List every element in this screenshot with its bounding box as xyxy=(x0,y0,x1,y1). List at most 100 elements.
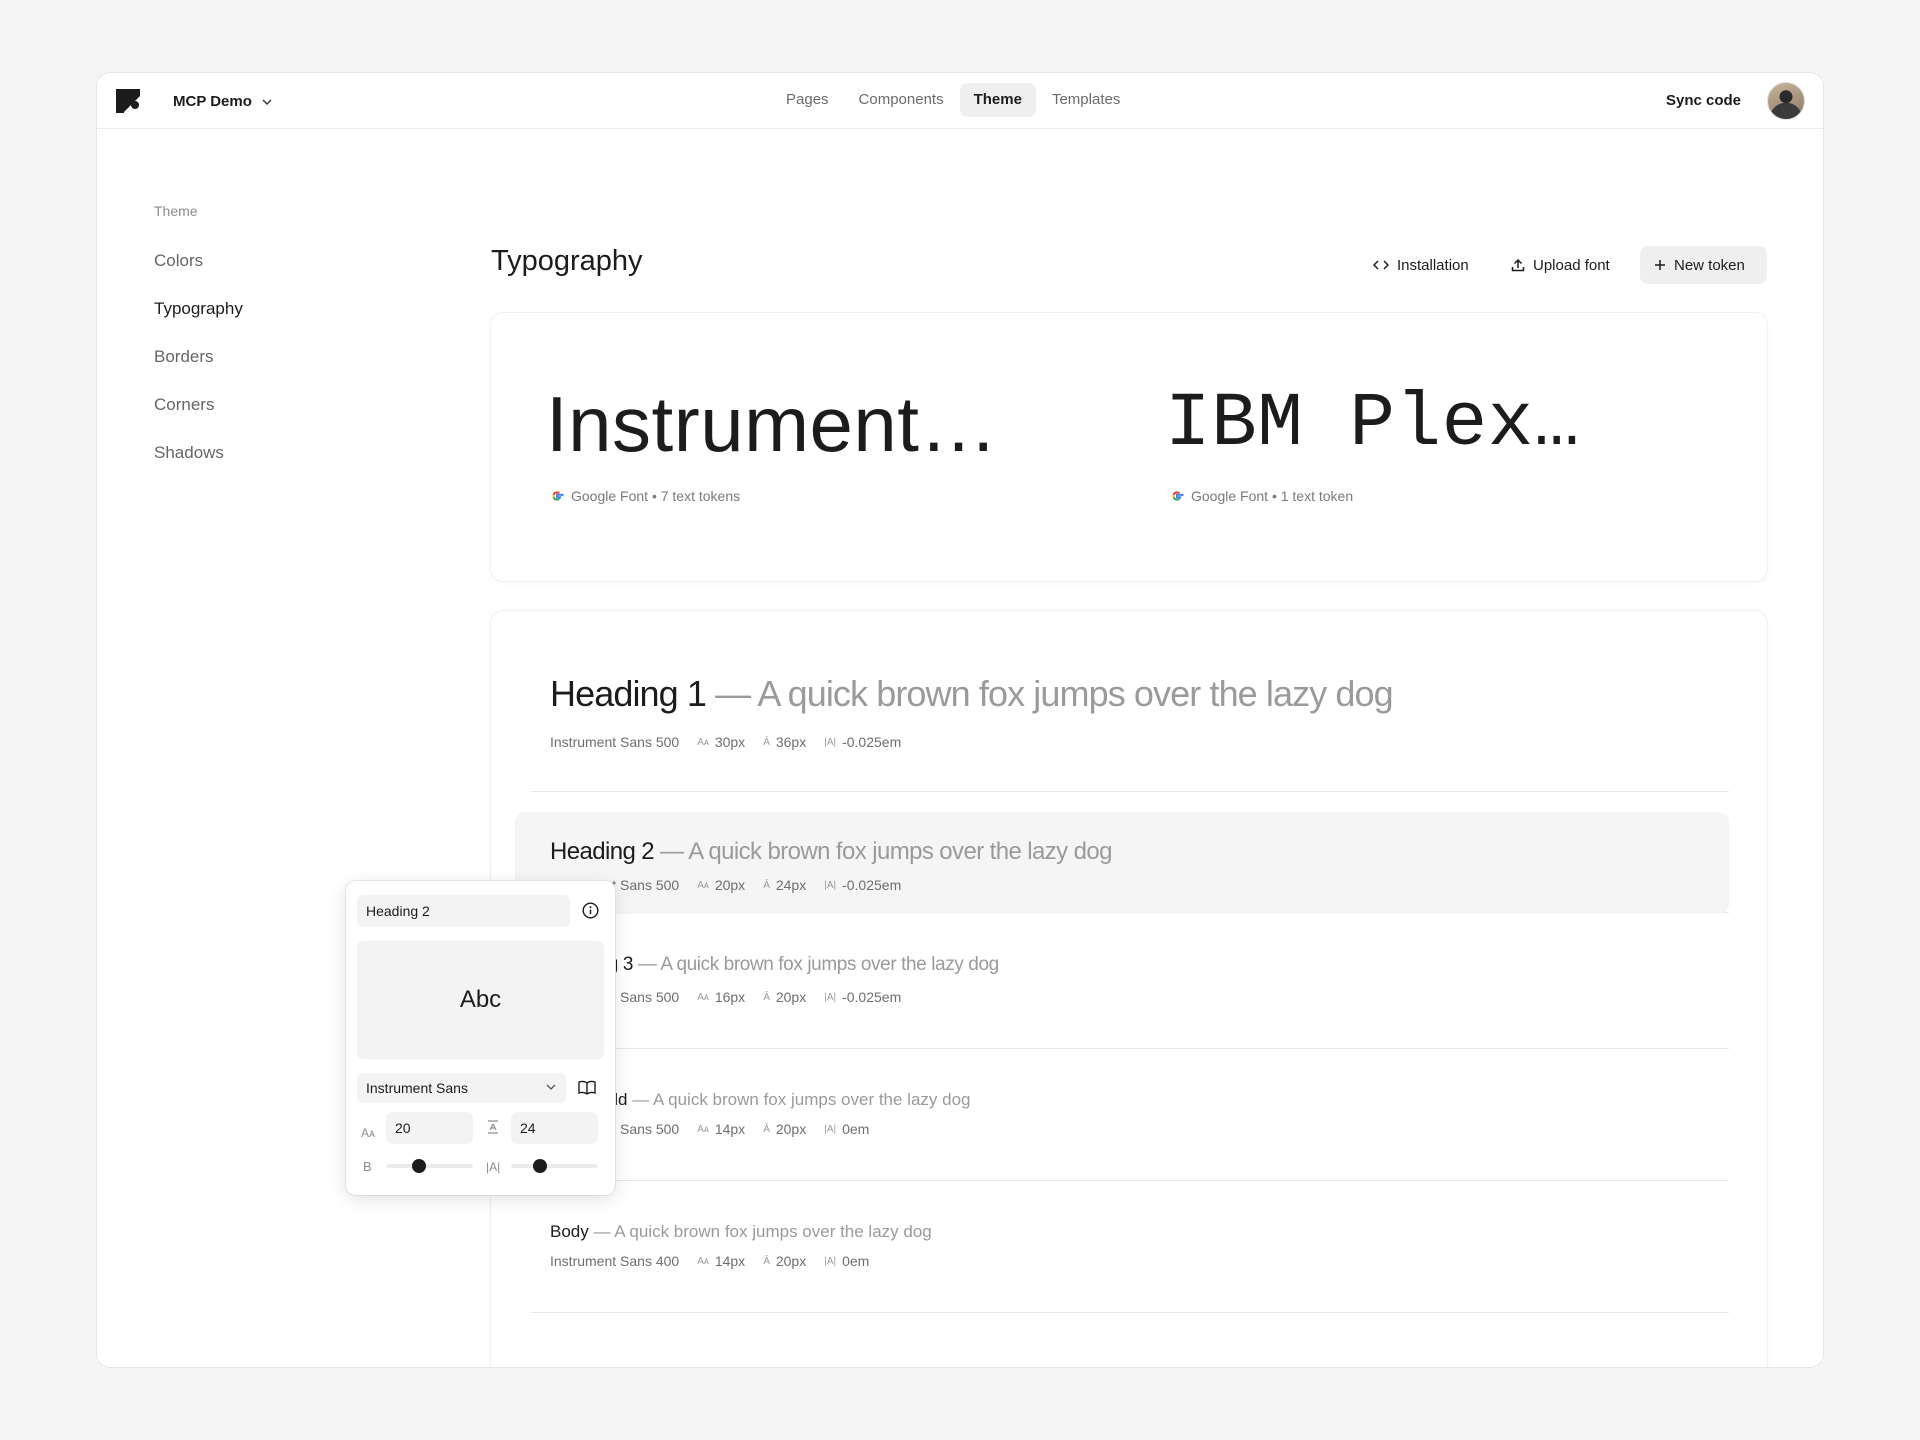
token-title: Heading 2 — A quick brown fox jumps over… xyxy=(550,838,1112,866)
letter-spacing-slider[interactable] xyxy=(511,1159,598,1173)
token-name-input[interactable]: Heading 2 xyxy=(357,895,570,927)
token-size: 16px xyxy=(714,989,746,1005)
token-line-height: 20px xyxy=(775,1253,807,1269)
google-icon xyxy=(552,491,564,501)
token-title: Heading 3 — A quick brown fox jumps over… xyxy=(550,954,999,976)
new-token-button[interactable]: New token xyxy=(1640,246,1767,284)
token-tracking: 0em xyxy=(842,1121,870,1137)
token-row-heading-2[interactable]: Heading 2 — A quick brown fox jumps over… xyxy=(515,792,1729,914)
font-weight-slider[interactable] xyxy=(386,1159,473,1173)
sidebar-section-title: Theme xyxy=(154,203,198,219)
font-meta-instrument: Google Font • 7 text tokens xyxy=(550,488,740,504)
line-height-icon: Ā xyxy=(763,1123,770,1135)
token-title: Body — A quick brown fox jumps over the … xyxy=(550,1222,932,1242)
sidebar-item-corners[interactable]: Corners xyxy=(154,395,214,415)
google-icon xyxy=(1172,491,1184,501)
upload-icon xyxy=(1511,258,1525,272)
font-family-select[interactable]: Instrument Sans xyxy=(357,1073,566,1103)
line-height-icon xyxy=(488,1120,498,1134)
top-bar: MCP Demo Pages Components Theme Template… xyxy=(97,73,1823,129)
token-row-body-bold[interactable]: Body Bold — A quick brown fox jumps over… xyxy=(531,1049,1729,1181)
token-line-height: 20px xyxy=(775,989,807,1005)
font-meta-text: Google Font • 7 text tokens xyxy=(571,488,741,504)
tab-components[interactable]: Components xyxy=(845,83,958,117)
code-icon xyxy=(1373,260,1389,270)
tab-pages[interactable]: Pages xyxy=(772,83,843,117)
token-font: Instrument Sans 400 xyxy=(550,1253,680,1269)
letter-spacing-icon: |A| xyxy=(824,879,837,891)
sidebar-item-typography[interactable]: Typography xyxy=(154,299,243,319)
text-tokens-card: Heading 1 — A quick brown fox jumps over… xyxy=(491,611,1767,1367)
avatar[interactable] xyxy=(1767,82,1805,120)
letter-spacing-icon: |A| xyxy=(486,1160,501,1174)
plus-icon xyxy=(1655,260,1665,270)
chevron-down-icon xyxy=(546,1084,556,1090)
letter-spacing-icon: |A| xyxy=(824,736,837,748)
line-height-icon: Ā xyxy=(763,879,770,891)
token-sample: — A quick brown fox jumps over the lazy … xyxy=(588,1222,932,1241)
token-row-body[interactable]: Body — A quick brown fox jumps over the … xyxy=(531,1181,1729,1313)
chevron-down-icon xyxy=(262,99,272,105)
font-size-icon: Aᴀ xyxy=(697,1255,709,1267)
font-size-input[interactable]: 20 xyxy=(386,1112,473,1144)
font-families-card: Instrument… Google Font • 7 text tokens … xyxy=(491,313,1767,581)
token-tracking: 0em xyxy=(842,1253,870,1269)
font-family-ibm-plex[interactable]: IBM Plex… xyxy=(1165,381,1580,467)
token-sample: — A quick brown fox jumps over the lazy … xyxy=(654,838,1112,865)
token-line-height: 24px xyxy=(775,877,807,893)
font-family-value: Instrument Sans xyxy=(366,1080,468,1096)
tab-templates[interactable]: Templates xyxy=(1038,83,1134,117)
line-height-icon: Ā xyxy=(763,736,770,748)
token-title: Heading 1 — A quick brown fox jumps over… xyxy=(550,673,1394,715)
font-size-icon: Aᴀ xyxy=(697,736,709,748)
line-height-input[interactable]: 24 xyxy=(511,1112,598,1144)
font-size-icon: Aᴀ xyxy=(361,1126,375,1140)
installation-label: Installation xyxy=(1397,256,1469,274)
app-window: MCP Demo Pages Components Theme Template… xyxy=(96,72,1824,1368)
token-name: Body xyxy=(550,1222,589,1241)
book-icon[interactable] xyxy=(578,1080,596,1095)
token-sample: — A quick brown fox jumps over the lazy … xyxy=(633,954,999,975)
letter-spacing-icon: |A| xyxy=(824,1255,837,1267)
font-size-icon: Aᴀ xyxy=(697,879,709,891)
font-size-icon: Aᴀ xyxy=(697,991,709,1003)
line-height-icon: Ā xyxy=(763,1255,770,1267)
sidebar-item-shadows[interactable]: Shadows xyxy=(154,443,224,463)
logo-icon[interactable] xyxy=(115,88,141,114)
font-meta-ibm-plex: Google Font • 1 text token xyxy=(1170,488,1353,504)
upload-font-button[interactable]: Upload font xyxy=(1497,246,1624,284)
font-family-instrument[interactable]: Instrument… xyxy=(546,379,998,470)
main-nav: Pages Components Theme Templates xyxy=(772,83,1134,117)
tab-theme[interactable]: Theme xyxy=(959,83,1036,117)
letter-spacing-slider-knob[interactable] xyxy=(532,1159,547,1173)
token-line-height: 36px xyxy=(775,734,807,750)
token-font: Instrument Sans 500 xyxy=(550,734,680,750)
token-sample: — A quick brown fox jumps over the lazy … xyxy=(706,673,1394,714)
token-row-heading-1[interactable]: Heading 1 — A quick brown fox jumps over… xyxy=(531,611,1729,792)
project-name: MCP Demo xyxy=(173,92,252,110)
font-weight-slider-knob[interactable] xyxy=(412,1159,427,1173)
font-size-icon: Aᴀ xyxy=(697,1123,709,1135)
line-height-icon: Ā xyxy=(763,991,770,1003)
token-size: 14px xyxy=(714,1253,746,1269)
sync-code-button[interactable]: Sync code xyxy=(1666,73,1741,129)
token-size: 20px xyxy=(714,877,746,893)
upload-font-label: Upload font xyxy=(1533,256,1610,274)
installation-button[interactable]: Installation xyxy=(1359,246,1483,284)
sidebar-item-colors[interactable]: Colors xyxy=(154,251,203,271)
token-meta: Instrument Sans 500 Aᴀ 30px Ā 36px |A| -0.0… xyxy=(550,734,901,750)
token-meta: Instrument Sans 400 Aᴀ 14px Ā 20px |A| 0em xyxy=(550,1253,869,1269)
project-switcher[interactable]: MCP Demo xyxy=(173,73,272,129)
token-preview: Abc xyxy=(357,941,604,1059)
new-token-label: New token xyxy=(1674,256,1745,274)
info-icon[interactable] xyxy=(582,902,599,919)
token-line-height: 20px xyxy=(775,1121,807,1137)
letter-spacing-icon: |A| xyxy=(824,991,837,1003)
token-name: Heading 2 xyxy=(550,838,655,865)
sidebar-item-borders[interactable]: Borders xyxy=(154,347,214,367)
token-editor-popover: Heading 2 Abc Instrument Sans Aᴀ 20 24 B… xyxy=(346,881,615,1195)
font-meta-text: Google Font • 1 text token xyxy=(1191,488,1354,504)
token-sample: — A quick brown fox jumps over the lazy … xyxy=(627,1090,971,1109)
token-row-heading-3[interactable]: Heading 3 — A quick brown fox jumps over… xyxy=(531,913,1729,1049)
token-tracking: -0.025em xyxy=(842,734,902,750)
